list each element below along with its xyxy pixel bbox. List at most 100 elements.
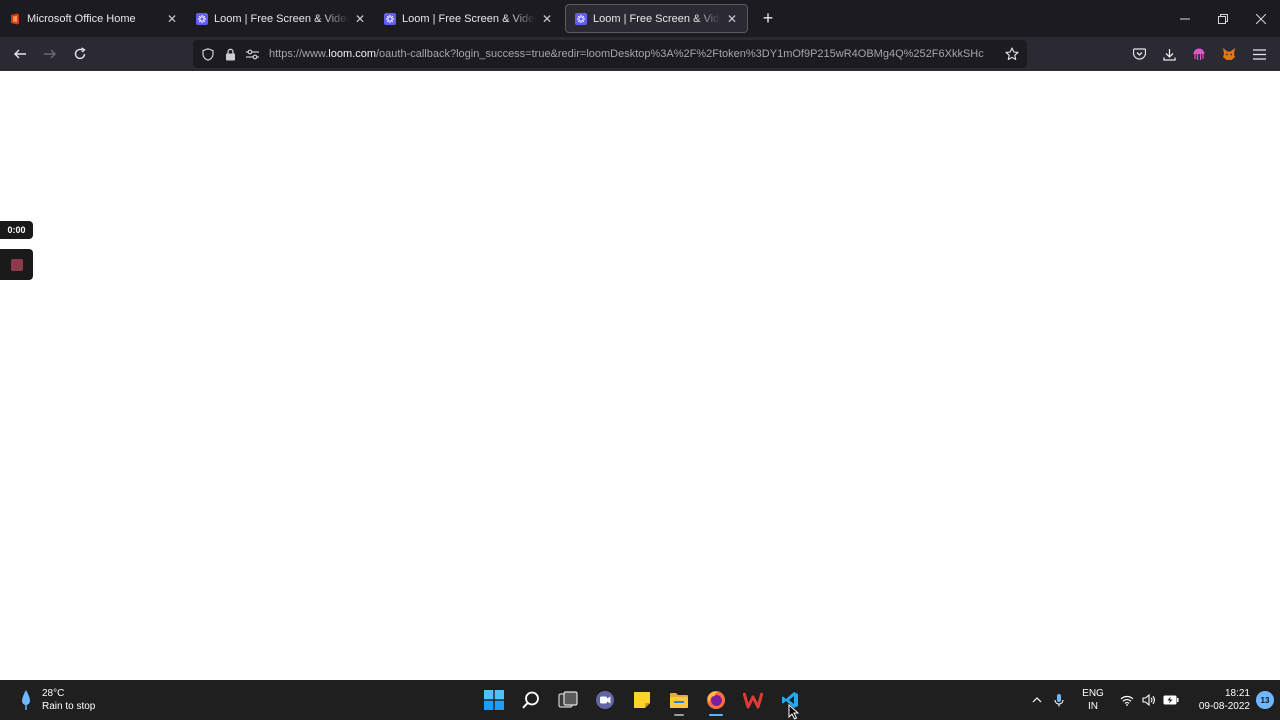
running-indicator xyxy=(674,714,684,716)
office-icon xyxy=(9,13,21,25)
window-controls xyxy=(1166,0,1280,37)
wps-office-button[interactable] xyxy=(735,682,771,718)
download-icon xyxy=(1162,48,1176,61)
windows-logo-icon xyxy=(484,690,504,710)
battery-charging-icon xyxy=(1163,695,1179,705)
running-indicator xyxy=(709,714,723,716)
system-tray: ENG IN 18:21 09-08-2022 13 xyxy=(1026,680,1280,720)
restore-button[interactable] xyxy=(1204,0,1242,37)
search-icon xyxy=(522,691,539,709)
hamburger-menu-icon xyxy=(1252,48,1266,60)
minimize-icon xyxy=(1180,18,1190,19)
jellyfish-extension-icon xyxy=(1193,48,1205,60)
teams-chat-button[interactable] xyxy=(587,682,623,718)
bookmark-star-icon[interactable] xyxy=(1001,43,1023,65)
new-tab-button[interactable]: + xyxy=(754,5,782,33)
url-bar[interactable]: https://www.loom.com/oauth-callback?logi… xyxy=(193,40,1027,68)
search-button[interactable] xyxy=(513,682,549,718)
folder-icon xyxy=(670,692,688,708)
forward-arrow-icon xyxy=(44,49,56,59)
tab-loom-2[interactable]: Loom | Free Screen & Video Recording ✕ xyxy=(375,4,562,33)
weather-text: 28°C Rain to stop xyxy=(42,687,95,713)
firefox-button[interactable] xyxy=(698,682,734,718)
tab-office-home[interactable]: Microsoft Office Home ✕ xyxy=(0,4,187,33)
close-window-button[interactable] xyxy=(1242,0,1280,37)
speaker-icon xyxy=(1142,694,1155,706)
wps-office-icon xyxy=(743,692,763,709)
back-arrow-icon xyxy=(14,49,26,59)
start-button[interactable] xyxy=(476,682,512,718)
loom-icon xyxy=(575,12,587,25)
forward-button[interactable] xyxy=(35,39,65,69)
extension-metamask-button[interactable] xyxy=(1214,39,1244,69)
url-prefix: https://www. xyxy=(269,48,329,60)
tab-strip: Microsoft Office Home ✕ Loom | Free Scre… xyxy=(0,0,1280,37)
toolbar-right xyxy=(1124,39,1274,69)
app-menu-button[interactable] xyxy=(1244,39,1274,69)
language-line1: ENG xyxy=(1082,688,1104,699)
file-explorer-button[interactable] xyxy=(661,682,697,718)
screen: Microsoft Office Home ✕ Loom | Free Scre… xyxy=(0,0,1280,720)
chevron-up-icon xyxy=(1032,697,1042,703)
microphone-indicator[interactable] xyxy=(1048,680,1070,720)
taskbar-apps xyxy=(476,682,809,718)
reload-icon xyxy=(74,47,86,60)
loom-recording-timer: 0:00 xyxy=(0,221,33,239)
notification-badge[interactable]: 13 xyxy=(1256,691,1274,709)
downloads-button[interactable] xyxy=(1154,39,1184,69)
page-content: 0:00 xyxy=(0,71,1280,680)
show-hidden-icons-button[interactable] xyxy=(1026,680,1048,720)
loom-stop-button[interactable] xyxy=(0,249,33,280)
plus-icon: + xyxy=(762,8,774,28)
pocket-button[interactable] xyxy=(1124,39,1154,69)
tab-loom-active[interactable]: Loom | Free Screen & Video Recording ✕ xyxy=(565,4,748,33)
tab-title: Loom | Free Screen & Video Recording xyxy=(402,12,536,25)
language-line2: IN xyxy=(1088,701,1098,712)
close-icon[interactable]: ✕ xyxy=(540,12,554,26)
tracking-protection-shield-icon[interactable] xyxy=(197,43,219,65)
volume-button[interactable] xyxy=(1138,680,1160,720)
lock-icon[interactable] xyxy=(219,43,241,65)
close-icon[interactable]: ✕ xyxy=(353,12,367,26)
minimize-button[interactable] xyxy=(1166,0,1204,37)
firefox-icon xyxy=(707,691,725,709)
close-icon[interactable]: ✕ xyxy=(165,12,179,26)
close-icon xyxy=(1256,13,1266,24)
clock-date: 09-08-2022 xyxy=(1198,701,1250,712)
weather-desc: Rain to stop xyxy=(42,701,96,712)
tab-loom-1[interactable]: Loom | Free Screen & Video Recording ✕ xyxy=(187,4,375,33)
language-indicator[interactable]: ENG IN xyxy=(1076,687,1110,713)
task-view-button[interactable] xyxy=(550,682,586,718)
navigation-toolbar: https://www.loom.com/oauth-callback?logi… xyxy=(0,37,1280,71)
close-icon[interactable]: ✕ xyxy=(725,12,739,26)
task-view-icon xyxy=(558,691,578,708)
clock[interactable]: 18:21 09-08-2022 xyxy=(1186,687,1250,713)
url-text: https://www.loom.com/oauth-callback?logi… xyxy=(269,48,1009,60)
microphone-icon xyxy=(1054,694,1064,707)
url-path: /oauth-callback?login_success=true&redir… xyxy=(375,48,984,60)
metamask-fox-icon xyxy=(1223,48,1235,60)
network-button[interactable] xyxy=(1116,680,1138,720)
loom-icon xyxy=(196,12,208,25)
rain-drop-icon xyxy=(18,686,34,714)
teams-chat-icon xyxy=(596,691,614,709)
wifi-icon xyxy=(1120,695,1134,706)
tab-title: Loom | Free Screen & Video Recording xyxy=(593,12,721,25)
tab-title: Microsoft Office Home xyxy=(27,12,136,25)
pocket-icon xyxy=(1132,48,1146,60)
windows-taskbar: 28°C Rain to stop ENG IN 18:21 09-08-202… xyxy=(0,680,1280,720)
permissions-icon[interactable] xyxy=(241,43,263,65)
clock-time: 18:21 xyxy=(1224,688,1250,699)
url-domain: loom.com xyxy=(328,48,376,60)
extension-jellyfish-button[interactable] xyxy=(1184,39,1214,69)
back-button[interactable] xyxy=(5,39,35,69)
weather-temp: 28°C xyxy=(42,688,65,699)
restore-icon xyxy=(1218,13,1228,24)
battery-button[interactable] xyxy=(1160,680,1182,720)
reload-button[interactable] xyxy=(65,39,95,69)
sticky-notes-button[interactable] xyxy=(624,682,660,718)
tab-title: Loom | Free Screen & Video Recording xyxy=(214,12,349,25)
weather-widget[interactable]: 28°C Rain to stop xyxy=(18,686,95,714)
mouse-cursor-icon xyxy=(788,704,800,720)
loom-icon xyxy=(384,12,396,25)
